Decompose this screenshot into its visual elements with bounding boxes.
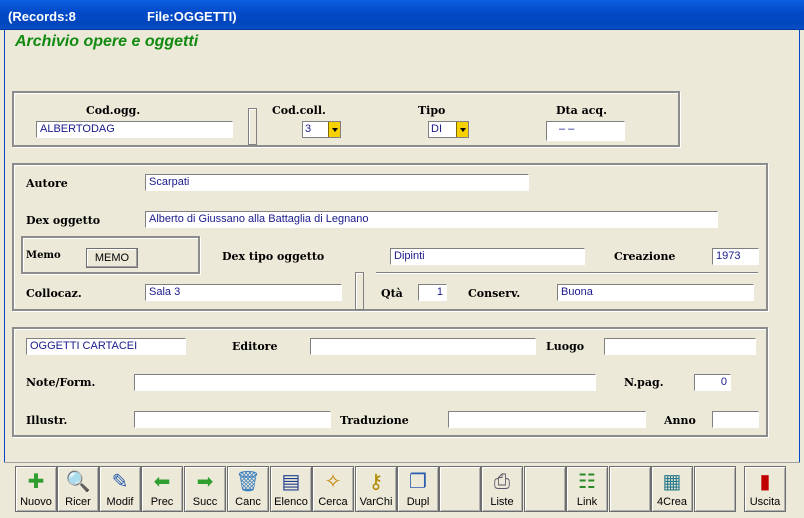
toolbar-button-label: Cerca (318, 496, 348, 508)
tipo-select[interactable]: DI (428, 121, 469, 138)
toolbar-button-label: Canc (235, 496, 261, 508)
trash-icon: 🗑 (235, 471, 261, 493)
qta-field[interactable]: 1 (418, 284, 447, 301)
dex-tipo-label: Dex tipo oggetto (222, 250, 325, 263)
toolbar-button-empty[interactable] (694, 466, 736, 512)
toolbar-button-label: Nuovo (20, 496, 52, 508)
dta-acq-label: Dta acq. (556, 104, 607, 117)
separator (355, 272, 364, 310)
collocaz-label: Collocaz. (26, 287, 82, 300)
illustr-label: Illustr. (26, 414, 68, 427)
toolbar-button-empty[interactable] (609, 466, 651, 512)
toolbar-button-nuovo[interactable]: ✚ Nuovo (15, 466, 57, 512)
autore-field[interactable]: Scarpati (145, 174, 529, 191)
magnifier-icon: 🔍 (65, 471, 91, 493)
illustr-field[interactable] (134, 411, 331, 428)
toolbar-button-elenco[interactable]: ▤ Elenco (270, 466, 312, 512)
editore-field[interactable] (310, 338, 536, 355)
npag-label: N.pag. (624, 376, 664, 389)
build-icon: ▦ (662, 471, 682, 493)
chevron-down-icon[interactable] (456, 122, 468, 137)
toolbar-button-label: Ricer (65, 496, 91, 508)
toolbar-button-succ[interactable]: ➡ Succ (184, 466, 226, 512)
toolbar-button-label: VarChi (359, 496, 393, 508)
toolbar-button-label: Elenco (274, 496, 308, 508)
toolbar-button-label: Liste (490, 496, 514, 508)
traduzione-field[interactable] (448, 411, 646, 428)
luogo-label: Luogo (546, 340, 585, 353)
search-brush-icon: ✧ (324, 471, 342, 493)
creazione-label: Creazione (614, 250, 676, 263)
records-count: (Records:8 (8, 9, 76, 24)
toolbar-button-label: Succ (192, 496, 218, 508)
toolbar-button-label: Modif (106, 496, 134, 508)
edit-document-icon: ✎ (111, 471, 129, 493)
cod-ogg-field[interactable]: ALBERTODAG (36, 121, 233, 138)
toolbar-button-canc[interactable]: 🗑 Canc (227, 466, 269, 512)
memo-button[interactable]: MEMO (86, 248, 138, 268)
editore-label: Editore (232, 340, 278, 353)
arrow-left-icon: ⬅ (153, 471, 171, 493)
cod-coll-value: 3 (305, 123, 312, 135)
toolbar-button-label: Prec (150, 496, 174, 508)
memo-label: Memo (26, 250, 61, 261)
cod-coll-label: Cod.coll. (272, 104, 326, 117)
toolbar-button-liste[interactable]: ⎙ Liste (481, 466, 523, 512)
chevron-down-icon[interactable] (328, 122, 340, 137)
creazione-field[interactable]: 1973 (712, 248, 759, 265)
toolbar-button-link[interactable]: ☷ Link (566, 466, 608, 512)
exit-door-icon: ▮ (759, 471, 771, 493)
page-title: Archivio opere e oggetti (15, 33, 199, 50)
toolbar-button-label: Link (576, 496, 598, 508)
tipo-value: DI (431, 123, 442, 135)
dex-oggetto-label: Dex oggetto (26, 214, 101, 227)
new-document-icon: ✚ (27, 471, 45, 493)
toolbar-button-uscita[interactable]: ▮ Uscita (744, 466, 786, 512)
divider (376, 272, 758, 274)
toolbar-button-label: Dupl (406, 496, 430, 508)
toolbar-button-varchi[interactable]: ⚷ VarChi (355, 466, 397, 512)
conserv-label: Conserv. (468, 287, 521, 300)
anno-label: Anno (664, 414, 696, 427)
copy-icon: ❐ (409, 471, 427, 493)
toolbar-button-cerca[interactable]: ✧ Cerca (312, 466, 354, 512)
toolbar-button-4crea[interactable]: ▦ 4Crea (651, 466, 693, 512)
window-titlebar: (Records:8 File:OGGETTI) (0, 0, 804, 30)
arrow-right-icon: ➡ (196, 471, 214, 493)
dta-acq-field[interactable]: – – (546, 121, 625, 141)
note-field[interactable] (134, 374, 596, 391)
note-label: Note/Form. (26, 376, 96, 389)
traduzione-label: Traduzione (340, 414, 409, 427)
luogo-field[interactable] (604, 338, 756, 355)
toolbar-button-modif[interactable]: ✎ Modif (99, 466, 141, 512)
autore-label: Autore (26, 177, 68, 190)
toolbar-button-label: Uscita (749, 496, 781, 508)
dex-oggetto-field[interactable]: Alberto di Giussano alla Battaglia di Le… (145, 211, 718, 228)
toolbar-button-dupl[interactable]: ❐ Dupl (397, 466, 439, 512)
categoria-field[interactable]: OGGETTI CARTACEI (26, 338, 186, 355)
list-icon: ▤ (281, 471, 301, 493)
dex-tipo-field[interactable]: Dipinti (390, 248, 585, 265)
npag-field[interactable]: 0 (694, 374, 731, 391)
keys-icon: ⚷ (368, 471, 384, 493)
file-name: File:OGGETTI) (147, 9, 237, 24)
cod-ogg-label: Cod.ogg. (86, 104, 141, 117)
printer-icon: ⎙ (494, 471, 510, 493)
tipo-label: Tipo (418, 104, 446, 117)
anno-field[interactable] (712, 411, 759, 428)
separator (248, 108, 257, 145)
toolbar-button-empty[interactable] (439, 466, 481, 512)
cod-coll-select[interactable]: 3 (302, 121, 341, 138)
collocaz-field[interactable]: Sala 3 (145, 284, 342, 301)
toolbar-button-empty[interactable] (524, 466, 566, 512)
conserv-field[interactable]: Buona (557, 284, 754, 301)
toolbar-button-prec[interactable]: ⬅ Prec (141, 466, 183, 512)
toolbar-button-label: 4Crea (657, 496, 687, 508)
toolbar-button-ricer[interactable]: 🔍 Ricer (57, 466, 99, 512)
qta-label: Qtà (381, 287, 403, 300)
tree-icon: ☷ (578, 471, 596, 493)
